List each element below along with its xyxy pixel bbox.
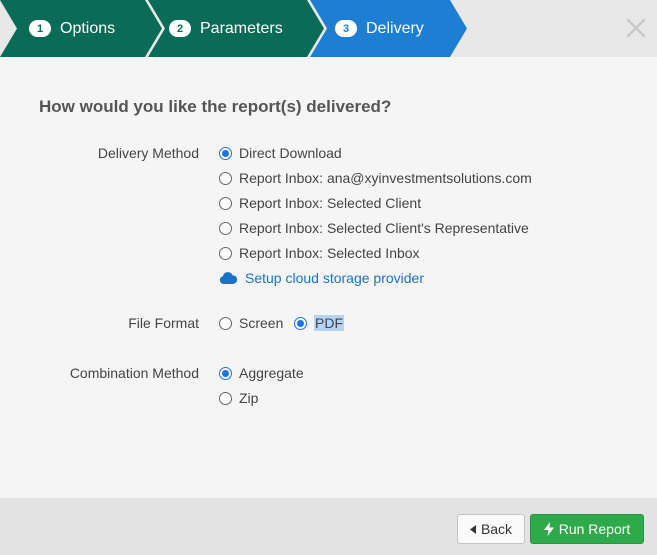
step-number: 1 [29, 20, 51, 37]
option-label: Report Inbox: Selected Inbox [239, 245, 420, 261]
option-label: Report Inbox: ana@xyinvestmentsolutions.… [239, 170, 532, 186]
radio-button[interactable] [219, 221, 232, 235]
radio-button[interactable] [219, 316, 232, 330]
option-label: Direct Download [239, 145, 342, 161]
step-number: 3 [335, 20, 357, 37]
radio-button[interactable] [219, 146, 232, 160]
file-format-option-pdf[interactable]: PDF [294, 314, 344, 332]
delivery-option-client-representative[interactable]: Report Inbox: Selected Client's Represen… [219, 219, 529, 237]
option-label: Report Inbox: Selected Client [239, 195, 422, 211]
option-label: Screen [239, 315, 284, 331]
radio-button[interactable] [219, 391, 232, 405]
radio-button[interactable] [294, 316, 307, 330]
combination-option-zip[interactable]: Zip [219, 389, 258, 407]
option-label: Aggregate [239, 365, 304, 381]
caret-left-icon [469, 524, 476, 534]
step-label: Parameters [200, 19, 283, 37]
setup-cloud-storage-link[interactable]: Setup cloud storage provider [219, 269, 424, 287]
option-label: Report Inbox: Selected Client's Represen… [239, 220, 529, 236]
delivery-option-direct-download[interactable]: Direct Download [219, 144, 342, 162]
run-report-button[interactable]: Run Report [530, 514, 644, 544]
tab-delivery[interactable]: 3 Delivery [335, 0, 424, 57]
page-title: How would you like the report(s) deliver… [39, 97, 392, 116]
delivery-panel: How would you like the report(s) deliver… [0, 57, 657, 498]
delivery-method-label: Delivery Method [97, 145, 199, 161]
file-format-label: File Format [128, 315, 199, 331]
radio-button[interactable] [219, 171, 232, 185]
delivery-option-selected-inbox[interactable]: Report Inbox: Selected Inbox [219, 244, 420, 262]
delivery-option-selected-client[interactable]: Report Inbox: Selected Client [219, 194, 421, 212]
back-button-label: Back [480, 521, 513, 537]
cloud-icon [219, 272, 237, 284]
radio-button[interactable] [219, 196, 232, 210]
wizard-header: 1 Options 2 Parameters 3 Delivery [0, 0, 657, 57]
close-button[interactable] [625, 17, 647, 39]
close-icon [626, 18, 646, 38]
cloud-link-label: Setup cloud storage provider [245, 270, 424, 286]
combination-method-label: Combination Method [69, 365, 199, 381]
file-format-option-screen[interactable]: Screen [219, 314, 283, 332]
tab-options[interactable]: 1 Options [29, 0, 115, 57]
combination-option-aggregate[interactable]: Aggregate [219, 364, 304, 382]
step-number: 2 [169, 20, 191, 37]
run-report-button-label: Run Report [558, 521, 631, 537]
tab-parameters[interactable]: 2 Parameters [169, 0, 283, 57]
option-label: Zip [239, 390, 259, 406]
delivery-option-report-inbox-user[interactable]: Report Inbox: ana@xyinvestmentsolutions.… [219, 169, 532, 187]
radio-button[interactable] [219, 366, 232, 380]
bolt-icon [543, 522, 554, 536]
footer-bar: Back Run Report [0, 498, 657, 555]
radio-button[interactable] [219, 246, 232, 260]
option-label: PDF [314, 315, 344, 331]
step-label: Options [60, 19, 116, 37]
back-button[interactable]: Back [457, 514, 525, 544]
step-label: Delivery [366, 19, 424, 37]
